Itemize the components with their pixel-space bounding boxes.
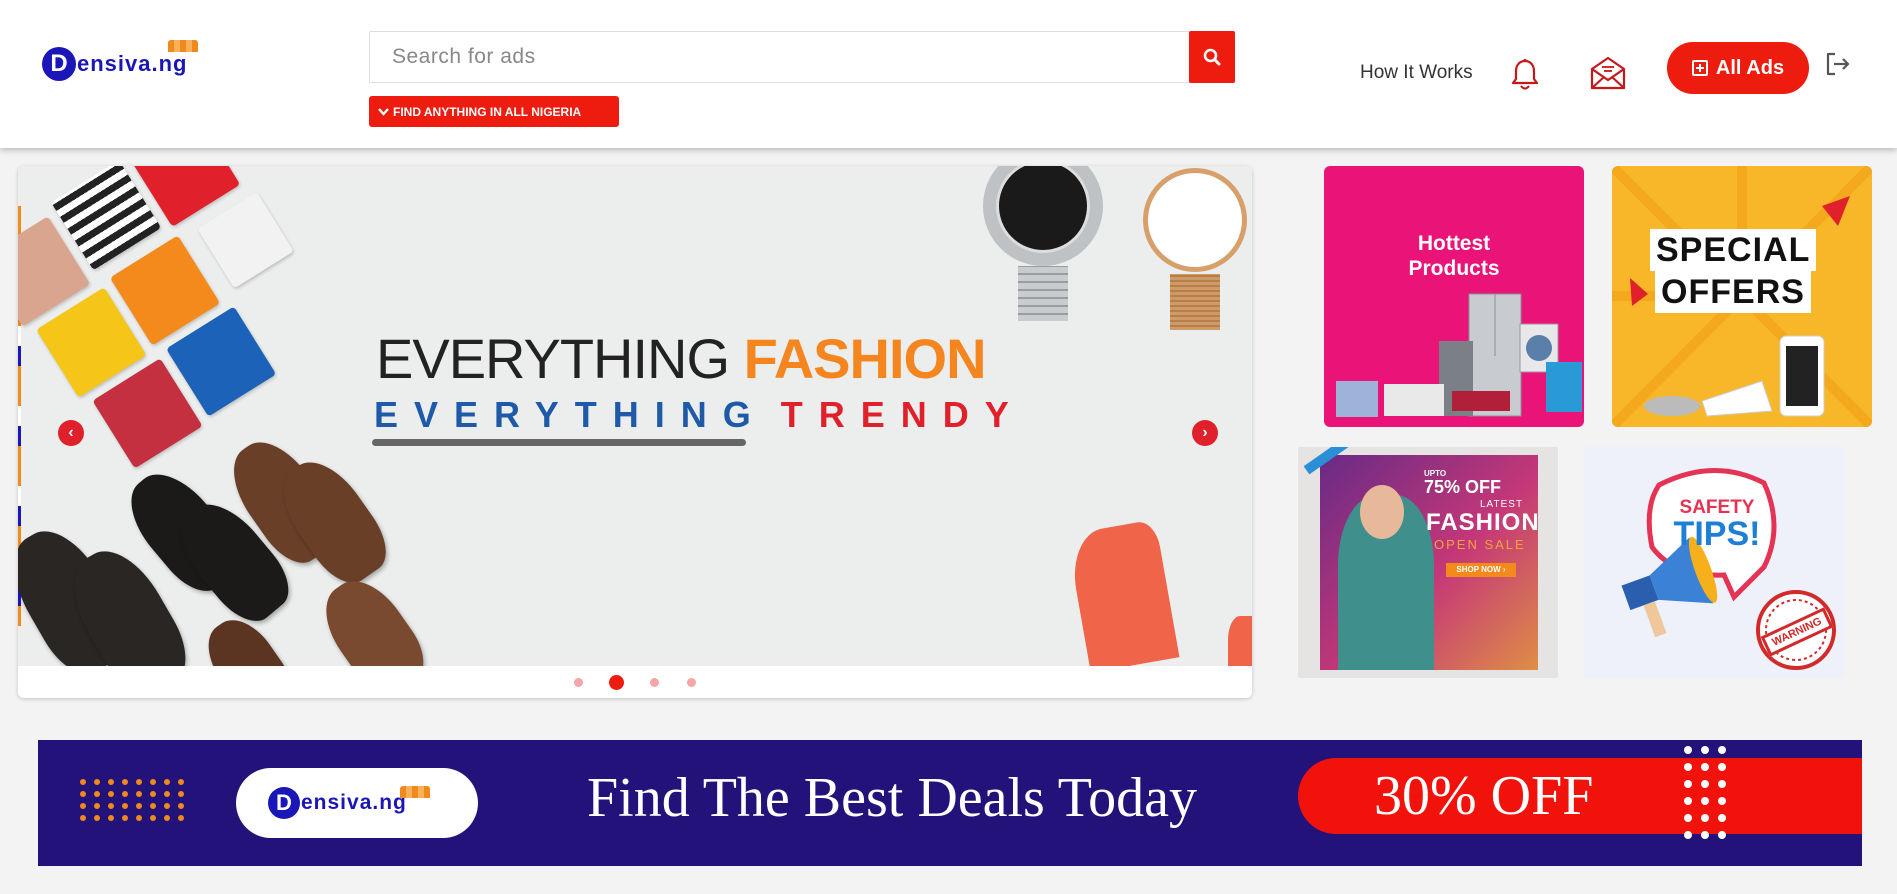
all-ads-button[interactable]: All Ads — [1667, 42, 1809, 94]
carousel-dot-1[interactable] — [574, 677, 583, 687]
special-line-1: SPECIAL — [1650, 229, 1817, 271]
carousel-slide[interactable]: EVERYTHING FASHION EVERYTHING TRENDY — [18, 166, 1252, 666]
notifications-button[interactable] — [1510, 58, 1540, 97]
banner-logo-text: ensiva.ng — [301, 791, 407, 815]
envelope-icon — [1590, 56, 1626, 90]
search-icon — [1203, 48, 1221, 66]
fashion-title: FASHION — [1426, 509, 1540, 536]
logo-domain: .ng — [151, 51, 188, 76]
location-filter-label: FIND ANYTHING IN ALL NIGERIA — [393, 104, 582, 119]
headline-everything: EVERYTHING — [376, 327, 744, 390]
special-offers-title: SPECIAL OFFERS — [1650, 229, 1817, 313]
banner-logo: D ensiva.ng — [236, 768, 478, 838]
deals-banner[interactable]: D ensiva.ng Find The Best Deals Today 30… — [38, 740, 1862, 866]
search-button[interactable] — [1189, 31, 1235, 83]
safety-graphics — [1621, 468, 1836, 670]
banner-logo-initial: D — [268, 787, 300, 819]
fashion-poster: UPTO 75% OFF LATEST FASHION OPEN SALE SH… — [1320, 455, 1540, 670]
messages-button[interactable] — [1589, 56, 1627, 95]
white-dot-pattern — [1684, 746, 1730, 839]
search-input[interactable] — [370, 32, 1189, 82]
plus-square-icon — [1691, 60, 1708, 76]
bell-icon — [1511, 58, 1539, 90]
subline-trendy: TRENDY — [780, 394, 1025, 435]
slide-subline: EVERYTHING TRENDY — [374, 394, 1025, 436]
banner-offer: 30% OFF — [1298, 758, 1862, 834]
folded-clothes-image — [18, 166, 436, 534]
special-offers-tile[interactable]: SPECIAL OFFERS — [1612, 166, 1872, 427]
orange-dot-pattern — [80, 779, 189, 821]
safety-line-2: TIPS! — [1673, 515, 1761, 553]
search-bar — [369, 31, 1235, 83]
carousel-dot-2[interactable] — [609, 674, 624, 690]
headline-underline — [372, 439, 746, 446]
special-line-2: OFFERS — [1655, 271, 1811, 313]
all-ads-label: All Ads — [1715, 56, 1785, 79]
carousel-dot-3[interactable] — [650, 677, 659, 687]
chevron-down-icon — [378, 107, 389, 116]
fashion-percent: 75% OFF — [1424, 477, 1502, 497]
site-header: D ensiva.ng FIND ANYTHING IN ALL NIGERIA… — [0, 0, 1897, 148]
safety-tips-tile[interactable]: SAFETY TIPS! WARNING — [1584, 447, 1844, 678]
banner-headline: Find The Best Deals Today — [587, 767, 1197, 829]
location-filter-button[interactable]: FIND ANYTHING IN ALL NIGERIA — [369, 96, 619, 127]
logout-icon — [1826, 52, 1850, 76]
fashion-sale-tile[interactable]: UPTO 75% OFF LATEST FASHION OPEN SALE SH… — [1298, 447, 1558, 678]
how-it-works-link[interactable]: How It Works — [1360, 62, 1473, 84]
chevron-left-icon: ‹ — [68, 424, 74, 441]
logout-button[interactable] — [1824, 50, 1852, 83]
site-logo[interactable]: D ensiva.ng — [42, 40, 198, 84]
shop-now-button: SHOP NOW › — [1446, 563, 1516, 577]
shop-awning-icon — [168, 40, 198, 52]
carousel-next-button[interactable]: › — [1192, 420, 1218, 446]
hottest-products-tile[interactable]: Hottest Products — [1324, 166, 1584, 427]
headline-fashion: FASHION — [743, 327, 987, 390]
carousel-dot-4[interactable] — [687, 677, 696, 687]
hero-carousel: EVERYTHING FASHION EVERYTHING TRENDY ‹ › — [18, 166, 1252, 698]
chevron-right-icon: › — [1202, 424, 1208, 441]
carousel-prev-button[interactable]: ‹ — [58, 420, 84, 446]
slide-headline: EVERYTHING FASHION — [376, 326, 987, 391]
appliances-image — [1336, 293, 1582, 417]
fashion-open-sale: OPEN SALE — [1434, 537, 1526, 552]
logo-text: ensiva.ng — [77, 51, 188, 77]
shop-awning-icon — [400, 786, 430, 798]
banner-offer-text: 30% OFF — [1374, 765, 1594, 827]
logo-initial: D — [42, 47, 76, 81]
logo-name: ensiva — [77, 51, 152, 76]
banner-logo-name: ensiva — [301, 791, 373, 814]
subline-everything: EVERYTHING — [374, 394, 767, 435]
carousel-indicators — [18, 666, 1252, 698]
